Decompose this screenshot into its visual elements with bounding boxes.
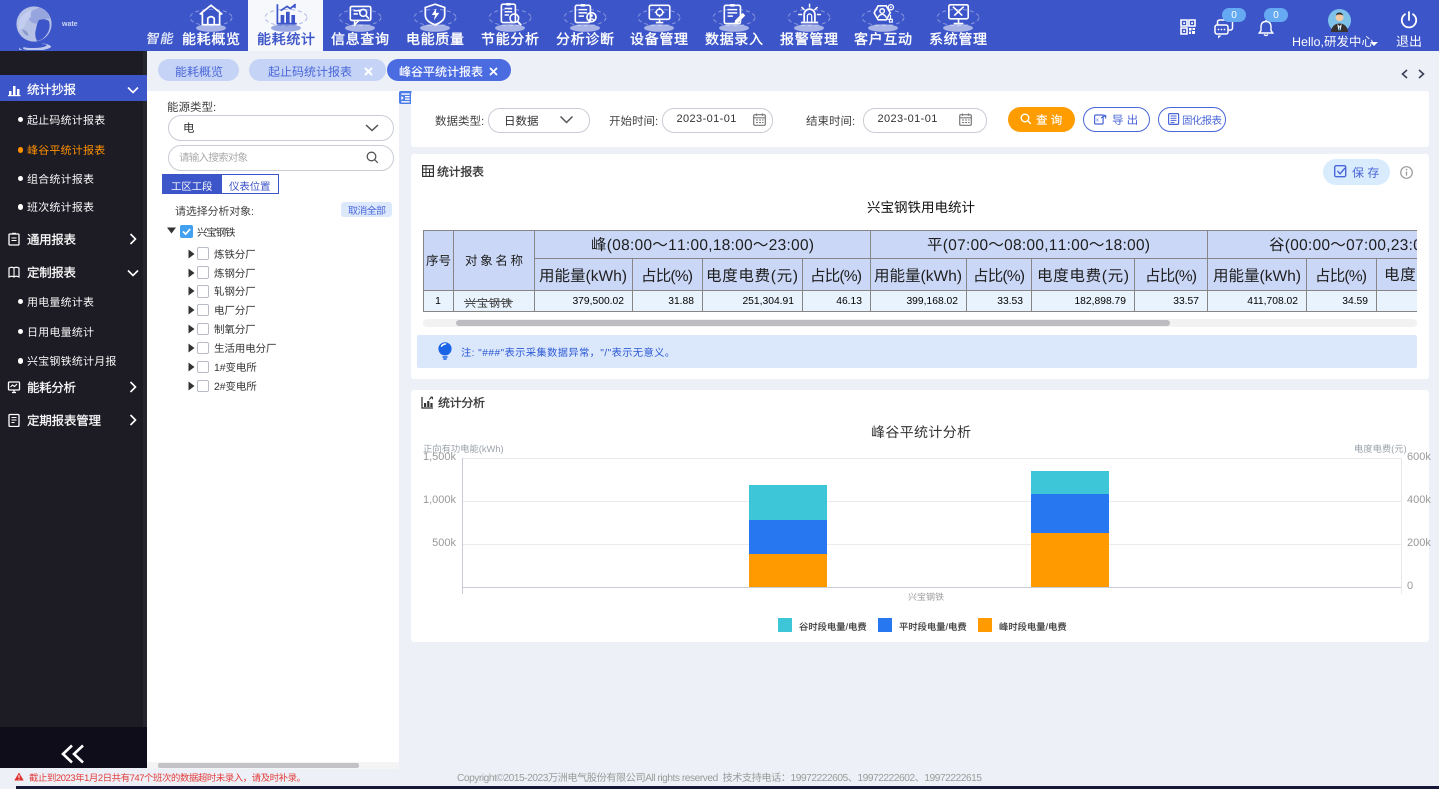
svg-text:x: x — [1096, 118, 1099, 124]
